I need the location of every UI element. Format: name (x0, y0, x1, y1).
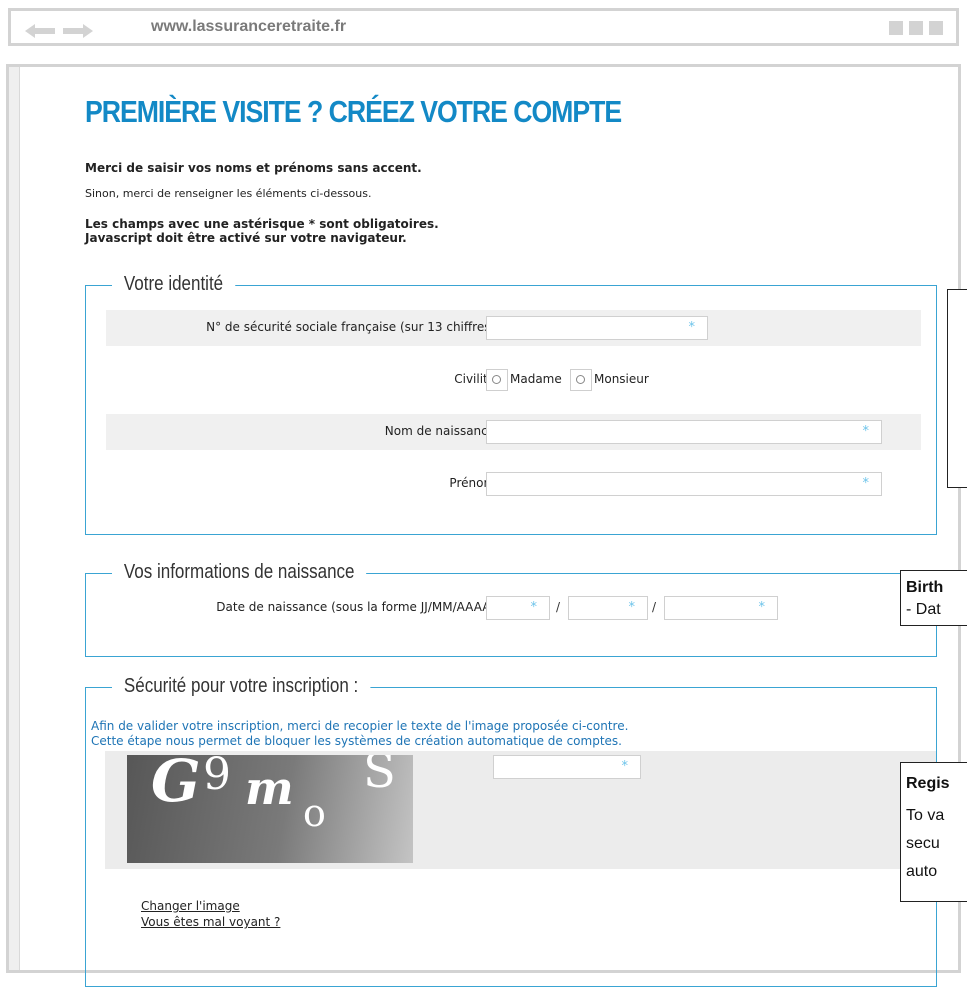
captcha-char: S (363, 755, 396, 799)
first-name-row: Prénom : * (106, 466, 921, 502)
birth-day-input[interactable]: * (486, 596, 550, 620)
captcha-image: G 9 m o S (127, 755, 413, 863)
birth-month-input[interactable]: * (568, 596, 648, 620)
page-content: PREMIÈRE VISITE ? CRÉEZ VOTRE COMPTE Mer… (9, 67, 958, 987)
birth-name-input[interactable]: * (486, 420, 882, 444)
identity-legend: Votre identité (112, 273, 236, 296)
ssn-input[interactable]: * (486, 316, 708, 340)
visually-impaired-link[interactable]: Vous êtes mal voyant ? (141, 915, 280, 929)
annotation-register-line3: auto (906, 863, 938, 880)
required-asterisk: * (862, 476, 870, 491)
window-control-icon (909, 21, 923, 35)
madame-label[interactable]: Madame (510, 372, 562, 386)
captcha-char: m (245, 761, 294, 815)
ssn-label: N° de sécurité sociale française (sur 13… (206, 320, 503, 334)
intro-text-javascript: Javascript doit être activé sur votre na… (85, 231, 407, 245)
annotation-register-title: Regis (906, 775, 950, 792)
date-separator: / (652, 600, 657, 614)
birth-name-row: Nom de naissance : * (106, 414, 921, 450)
date-separator: / (556, 600, 561, 614)
required-asterisk: * (688, 320, 696, 335)
annotation-callout-identity (947, 289, 967, 488)
captcha-input[interactable]: * (493, 755, 641, 779)
required-asterisk: * (530, 600, 538, 615)
page-title: PREMIÈRE VISITE ? CRÉEZ VOTRE COMPTE (85, 94, 622, 129)
captcha-char: 9 (203, 755, 231, 800)
ssn-row: N° de sécurité sociale française (sur 13… (106, 310, 921, 346)
browser-address-bar: www.lassuranceretraite.fr (8, 8, 959, 46)
annotation-callout-register: Regis To va secu auto (900, 762, 967, 902)
annotation-register-line1: To va (906, 807, 945, 824)
captcha-char: o (303, 791, 326, 835)
monsieur-radio[interactable] (570, 369, 592, 391)
identity-section: Votre identité N° de sécurité sociale fr… (85, 273, 937, 535)
required-asterisk: * (862, 424, 870, 439)
security-info-line2: Cette étape nous permet de bloquer les s… (91, 734, 622, 748)
birth-year-input[interactable]: * (664, 596, 778, 620)
window-control-icon (889, 21, 903, 35)
birth-legend: Vos informations de naissance (112, 561, 367, 584)
annotation-callout-birth: Birth - Dat (900, 570, 967, 626)
annotation-register-line2: secu (906, 835, 940, 852)
birth-section: Vos informations de naissance Date de na… (85, 561, 937, 657)
madame-radio[interactable] (486, 369, 508, 391)
intro-text-otherwise: Sinon, merci de renseigner les éléments … (85, 187, 372, 200)
annotation-birth-title: Birth (906, 579, 944, 596)
required-asterisk: * (758, 600, 766, 615)
civility-row: Civilité : Madame Monsieur (106, 362, 921, 398)
window-control-icon (929, 21, 943, 35)
back-arrow-icon[interactable] (25, 24, 55, 38)
change-image-link[interactable]: Changer l'image (141, 899, 240, 913)
annotation-birth-line: - Dat (906, 601, 941, 618)
intro-text-required: Les champs avec une astérisque * sont ob… (85, 217, 439, 231)
birth-date-row: Date de naissance (sous la forme JJ/MM/A… (106, 590, 921, 626)
first-name-input[interactable]: * (486, 472, 882, 496)
forward-arrow-icon[interactable] (63, 24, 93, 38)
required-asterisk: * (628, 600, 636, 615)
page-frame: PREMIÈRE VISITE ? CRÉEZ VOTRE COMPTE Mer… (6, 64, 961, 987)
birth-date-label: Date de naissance (sous la forme JJ/MM/A… (216, 600, 503, 614)
url-text[interactable]: www.lassuranceretraite.fr (151, 18, 346, 36)
security-legend: Sécurité pour votre inscription : (112, 675, 371, 698)
monsieur-label[interactable]: Monsieur (594, 372, 649, 386)
captcha-char: G (151, 755, 201, 815)
security-info-line1: Afin de valider votre inscription, merci… (91, 719, 629, 733)
required-asterisk: * (621, 759, 629, 774)
intro-text-accent: Merci de saisir vos noms et prénoms sans… (85, 161, 422, 175)
